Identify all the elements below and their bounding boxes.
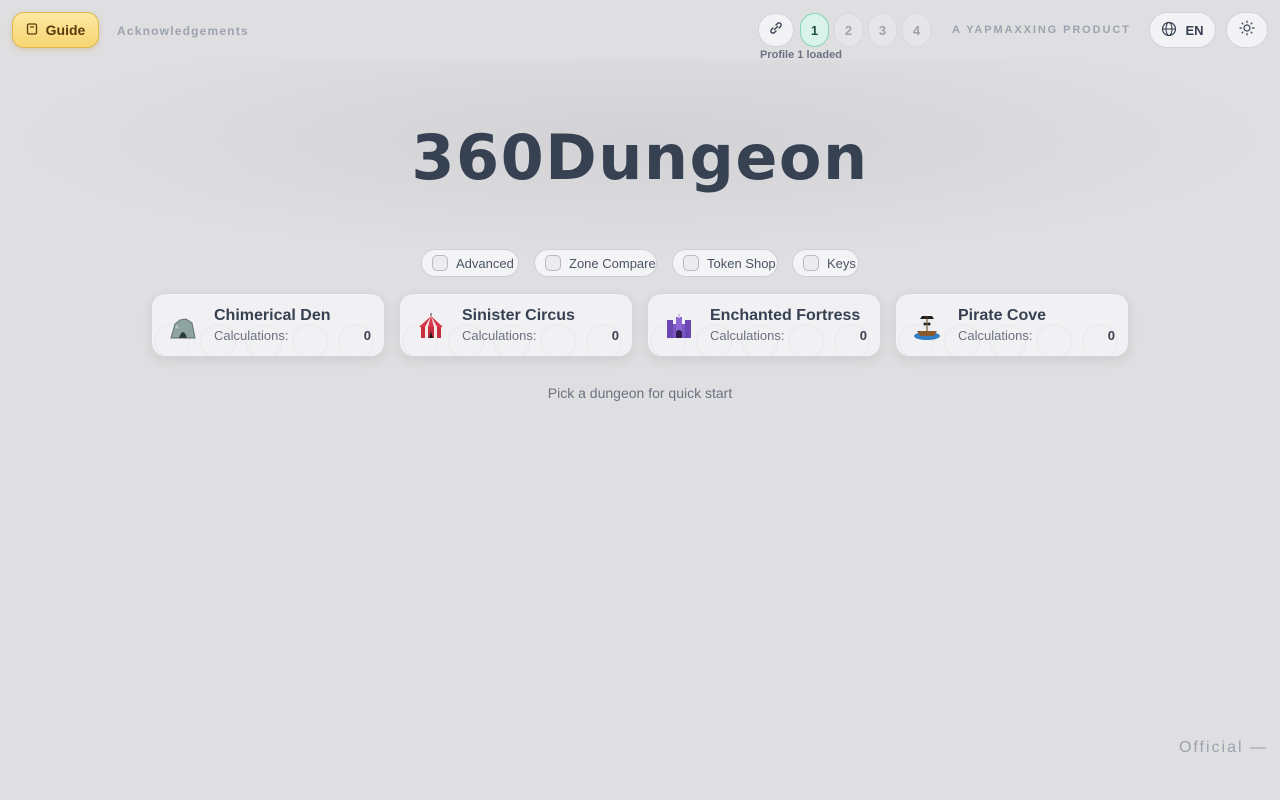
circus-tent-icon bbox=[416, 312, 446, 342]
dungeon-name: Chimerical Den bbox=[214, 307, 331, 324]
profile-1-button[interactable]: 1 bbox=[800, 13, 829, 47]
calculations-value: 0 bbox=[1107, 328, 1115, 343]
calculations-label: Calculations: bbox=[710, 328, 785, 343]
dungeon-name: Sinister Circus bbox=[462, 307, 575, 324]
calculations-value: 0 bbox=[859, 328, 867, 343]
toggle-label: Zone Compare bbox=[569, 255, 656, 271]
dungeon-card-sinister-circus[interactable]: Sinister Circus Calculations: 0 bbox=[399, 293, 633, 357]
profile-3-button[interactable]: 3 bbox=[868, 13, 897, 47]
acknowledgements-link[interactable]: Acknowledgements bbox=[117, 24, 249, 38]
quick-start-hint: Pick a dungeon for quick start bbox=[547, 385, 733, 401]
official-label: Official — bbox=[1178, 739, 1268, 756]
toggle-label: Advanced bbox=[456, 255, 514, 271]
toggle-advanced[interactable]: Advanced bbox=[421, 249, 519, 277]
pirate-ship-icon bbox=[912, 312, 942, 342]
calculations-label: Calculations: bbox=[462, 328, 537, 343]
checkbox[interactable] bbox=[432, 255, 448, 271]
sun-icon bbox=[1239, 19, 1255, 41]
globe-icon bbox=[1161, 21, 1177, 40]
profile-4-button[interactable]: 4 bbox=[902, 13, 931, 47]
share-link-button[interactable] bbox=[758, 13, 794, 47]
language-label: EN bbox=[1185, 22, 1204, 38]
toggle-label: Keys bbox=[827, 255, 856, 271]
calculations-value: 0 bbox=[363, 328, 371, 343]
toggle-keys[interactable]: Keys bbox=[792, 249, 859, 277]
profile-2-button[interactable]: 2 bbox=[834, 13, 863, 47]
book-icon bbox=[26, 22, 38, 38]
calculations-label: Calculations: bbox=[958, 328, 1033, 343]
page-title: 360Dungeon bbox=[411, 121, 869, 194]
dungeon-card-pirate-cove[interactable]: Pirate Cove Calculations: 0 bbox=[895, 293, 1129, 357]
profile-status: Profile 1 loaded bbox=[760, 49, 842, 61]
guide-button[interactable]: Guide bbox=[12, 12, 99, 48]
cave-icon bbox=[168, 312, 198, 342]
castle-icon bbox=[664, 312, 694, 342]
dungeon-card-enchanted-fortress[interactable]: Enchanted Fortress Calculations: 0 bbox=[647, 293, 881, 357]
theme-toggle-button[interactable] bbox=[1226, 12, 1268, 48]
checkbox[interactable] bbox=[545, 255, 561, 271]
checkbox[interactable] bbox=[803, 255, 819, 271]
toggle-label: Token Shop bbox=[707, 255, 776, 271]
toggle-token-shop[interactable]: Token Shop bbox=[672, 249, 778, 277]
toggle-zone-compare[interactable]: Zone Compare bbox=[534, 249, 657, 277]
language-button[interactable]: EN bbox=[1149, 12, 1216, 48]
dungeon-name: Enchanted Fortress bbox=[710, 307, 861, 324]
calculations-value: 0 bbox=[611, 328, 619, 343]
dungeon-card-chimerical-den[interactable]: Chimerical Den Calculations: 0 bbox=[151, 293, 385, 357]
dungeon-name: Pirate Cove bbox=[958, 307, 1047, 324]
guide-label: Guide bbox=[45, 22, 86, 38]
calculations-label: Calculations: bbox=[214, 328, 289, 343]
brand-tagline: A YAPMAXXING PRODUCT bbox=[952, 24, 1131, 36]
link-icon bbox=[768, 20, 784, 41]
checkbox[interactable] bbox=[683, 255, 699, 271]
